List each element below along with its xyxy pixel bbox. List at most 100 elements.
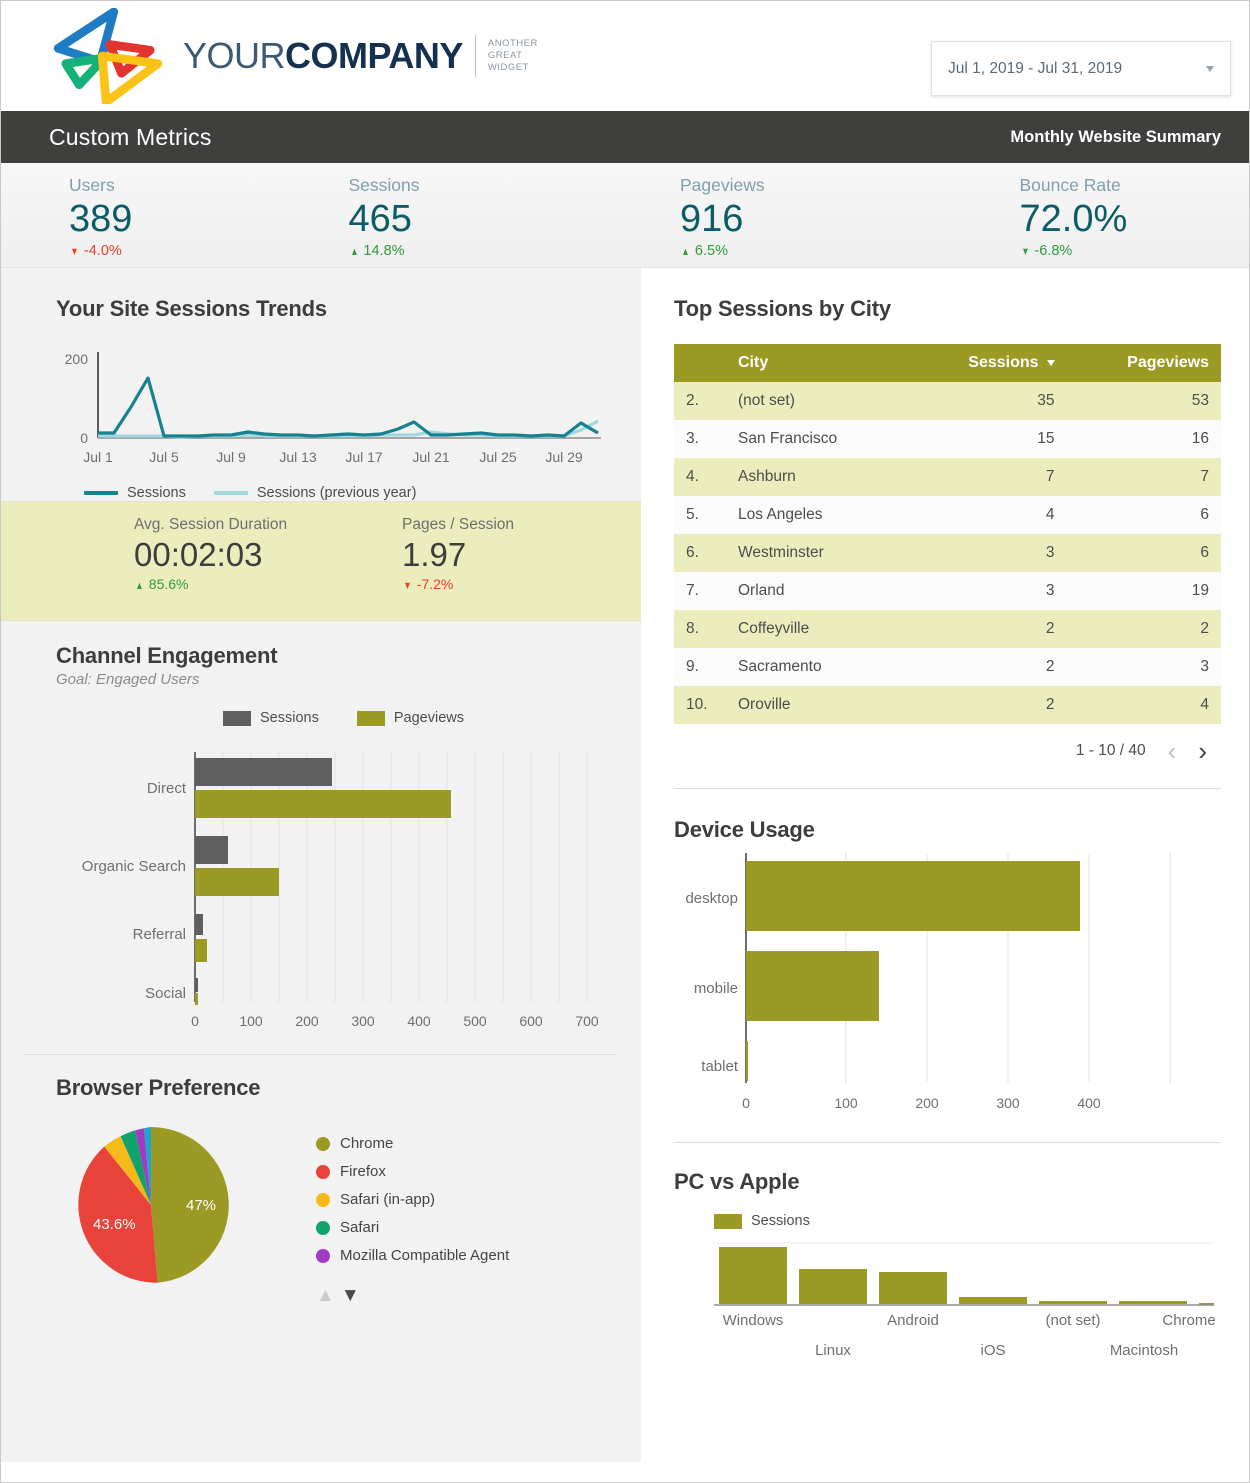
category-tablet: tablet — [701, 1058, 739, 1075]
date-range-picker[interactable]: Jul 1, 2019 - Jul 31, 2019 — [931, 41, 1231, 96]
x-tick-400: 400 — [407, 1013, 431, 1029]
table-row[interactable]: 8. Coffeyville 2 2 — [674, 610, 1221, 648]
column-header-sessions-label: Sessions — [968, 354, 1039, 371]
category-desktop: desktop — [685, 890, 738, 907]
tagline-line-1: ANOTHER — [487, 38, 538, 49]
legend-label: Sessions (previous year) — [256, 485, 417, 501]
kpi-label: Bounce Rate — [1019, 175, 1121, 195]
brand-name-bold: COMPANY — [285, 35, 463, 76]
x-tick-100: 100 — [834, 1095, 858, 1111]
table-row[interactable]: 9. Sacramento 2 3 — [674, 648, 1221, 686]
bar-macintosh — [1119, 1301, 1187, 1304]
row-sessions: 3 — [1045, 582, 1055, 599]
row-index: 6. — [686, 544, 699, 561]
column-header-pageviews[interactable]: Pageviews — [1066, 344, 1221, 382]
row-pageviews: 19 — [1191, 582, 1209, 599]
category-organic-search: Organic Search — [82, 858, 186, 875]
legend-item-safari[interactable]: Safari — [316, 1219, 509, 1236]
arrow-up-icon: ▲ — [135, 580, 144, 592]
legend-item-chrome[interactable]: Chrome — [316, 1135, 509, 1152]
device-usage-title: Device Usage — [674, 817, 815, 842]
browser-preference-legend: Chrome Firefox Safari (in-app) Safari Mo… — [316, 1135, 509, 1305]
row-pageviews: 4 — [1200, 696, 1209, 713]
bar-not-set — [1039, 1301, 1107, 1304]
sessions-trend-legend: Sessions Sessions (previous year) — [84, 485, 611, 501]
x-tick-300: 300 — [351, 1013, 375, 1029]
table-row[interactable]: 4. Ashburn 7 7 — [674, 458, 1221, 496]
os-usage-legend[interactable]: Sessions — [714, 1213, 1221, 1229]
metric-label: Pages / Session — [402, 516, 515, 533]
right-divider-1 — [674, 788, 1221, 789]
row-sessions: 2 — [1045, 620, 1055, 637]
date-range-value: Jul 1, 2019 - Jul 31, 2019 — [948, 59, 1123, 77]
sort-descending-icon[interactable]: ▼ — [341, 1286, 360, 1305]
pie-label-firefox: 43.6% — [93, 1216, 136, 1233]
bar-linux — [799, 1269, 867, 1304]
column-header-city[interactable]: City — [726, 344, 906, 382]
table-row[interactable]: 5. Los Angeles 4 6 — [674, 496, 1221, 534]
engagement-metrics-band: Avg. Session Duration 00:02:03 ▲ 85.6% P… — [1, 501, 641, 621]
metric-delta-value: 85.6% — [148, 576, 189, 592]
row-index: 7. — [686, 582, 699, 599]
category-chrome-os: Chrome OS — [1162, 1312, 1219, 1329]
bar-social-pageviews — [195, 993, 198, 1005]
legend-item-mozilla-compatible-agent[interactable]: Mozilla Compatible Agent — [316, 1247, 509, 1264]
sessions-trend-chart: 200 0 Jul 1 Jul 5 Jul 9 Jul 13 Jul 17 Ju… — [56, 342, 611, 501]
company-logo-icon — [53, 8, 163, 104]
table-body: 2. (not set) 35 53 3. San Francisco 15 1… — [674, 382, 1221, 724]
right-divider-2 — [674, 1142, 1221, 1143]
table-row[interactable]: 10. Oroville 2 4 — [674, 686, 1221, 724]
previous-page-icon[interactable]: ‹ — [1168, 738, 1177, 764]
row-index: 10. — [686, 696, 708, 713]
browser-sort-controls: ▲ ▼ — [316, 1286, 509, 1305]
channel-engagement-panel: Channel Engagement Goal: Engaged Users S… — [1, 621, 641, 1036]
x-tick-jul-29: Jul 29 — [545, 449, 583, 465]
kpi-delta-value: 6.5% — [694, 243, 728, 259]
legend-item-sessions[interactable]: Sessions — [223, 710, 319, 726]
row-sessions: 3 — [1045, 544, 1055, 561]
brand-text: YOURCOMPANY ANOTHER GREAT WIDGET — [183, 35, 538, 77]
legend-swatch-icon — [714, 1213, 742, 1229]
legend-label: Sessions — [751, 1213, 810, 1229]
bar-direct-pageviews — [195, 790, 451, 818]
kpi-row: Users 389 ▼ -4.0% Sessions 465 ▲ 14.8% P… — [1, 163, 1249, 268]
kpi-label: Users — [69, 175, 115, 195]
report-title-bar: Custom Metrics Monthly Website Summary — [1, 111, 1249, 163]
sessions-trend-panel: Your Site Sessions Trends 200 0 Jul 1 Ju… — [1, 268, 641, 501]
legend-dot-icon — [316, 1220, 330, 1235]
legend-item-pageviews[interactable]: Pageviews — [356, 710, 464, 726]
legend-item-safari-in-app[interactable]: Safari (in-app) — [316, 1191, 509, 1208]
category-not-set: (not set) — [1045, 1312, 1100, 1329]
row-index: 4. — [686, 468, 699, 485]
legend-dot-icon — [316, 1192, 330, 1207]
kpi-label: Sessions — [348, 175, 420, 195]
table-row[interactable]: 7. Orland 3 19 — [674, 572, 1221, 610]
kpi-value: 72.0% — [1019, 198, 1128, 240]
right-column: Top Sessions by City City Sessions Pagev… — [646, 268, 1249, 1462]
x-tick-300: 300 — [996, 1095, 1020, 1111]
table-row[interactable]: 2. (not set) 35 53 — [674, 382, 1221, 420]
brand-divider — [474, 35, 476, 77]
brand-tagline: ANOTHER GREAT WIDGET — [488, 38, 538, 74]
x-tick-0: 0 — [742, 1095, 750, 1111]
category-linux: Linux — [815, 1342, 851, 1359]
column-header-sessions[interactable]: Sessions — [905, 344, 1067, 382]
x-tick-jul-1: Jul 1 — [83, 449, 113, 465]
legend-item-sessions[interactable]: Sessions — [84, 485, 186, 501]
legend-item-sessions-previous-year[interactable]: Sessions (previous year) — [213, 485, 417, 501]
next-page-icon[interactable]: › — [1198, 738, 1207, 764]
legend-item-firefox[interactable]: Firefox — [316, 1163, 509, 1180]
row-sessions: 2 — [1045, 658, 1055, 675]
kpi-delta-value: 14.8% — [363, 243, 405, 259]
sort-ascending-icon[interactable]: ▲ — [316, 1286, 335, 1305]
table-row[interactable]: 3. San Francisco 15 16 — [674, 420, 1221, 458]
table-row[interactable]: 6. Westminster 3 6 — [674, 534, 1221, 572]
legend-swatch-icon — [223, 710, 252, 726]
category-direct: Direct — [147, 780, 187, 797]
legend-label: Sessions — [127, 485, 186, 501]
sort-descending-icon — [1046, 359, 1055, 366]
metric-pages-per-session: Pages / Session 1.97 ▼ -7.2% — [402, 516, 514, 620]
bar-desktop — [746, 861, 1080, 931]
x-tick-jul-5: Jul 5 — [149, 449, 179, 465]
legend-label: Mozilla Compatible Agent — [340, 1247, 510, 1264]
